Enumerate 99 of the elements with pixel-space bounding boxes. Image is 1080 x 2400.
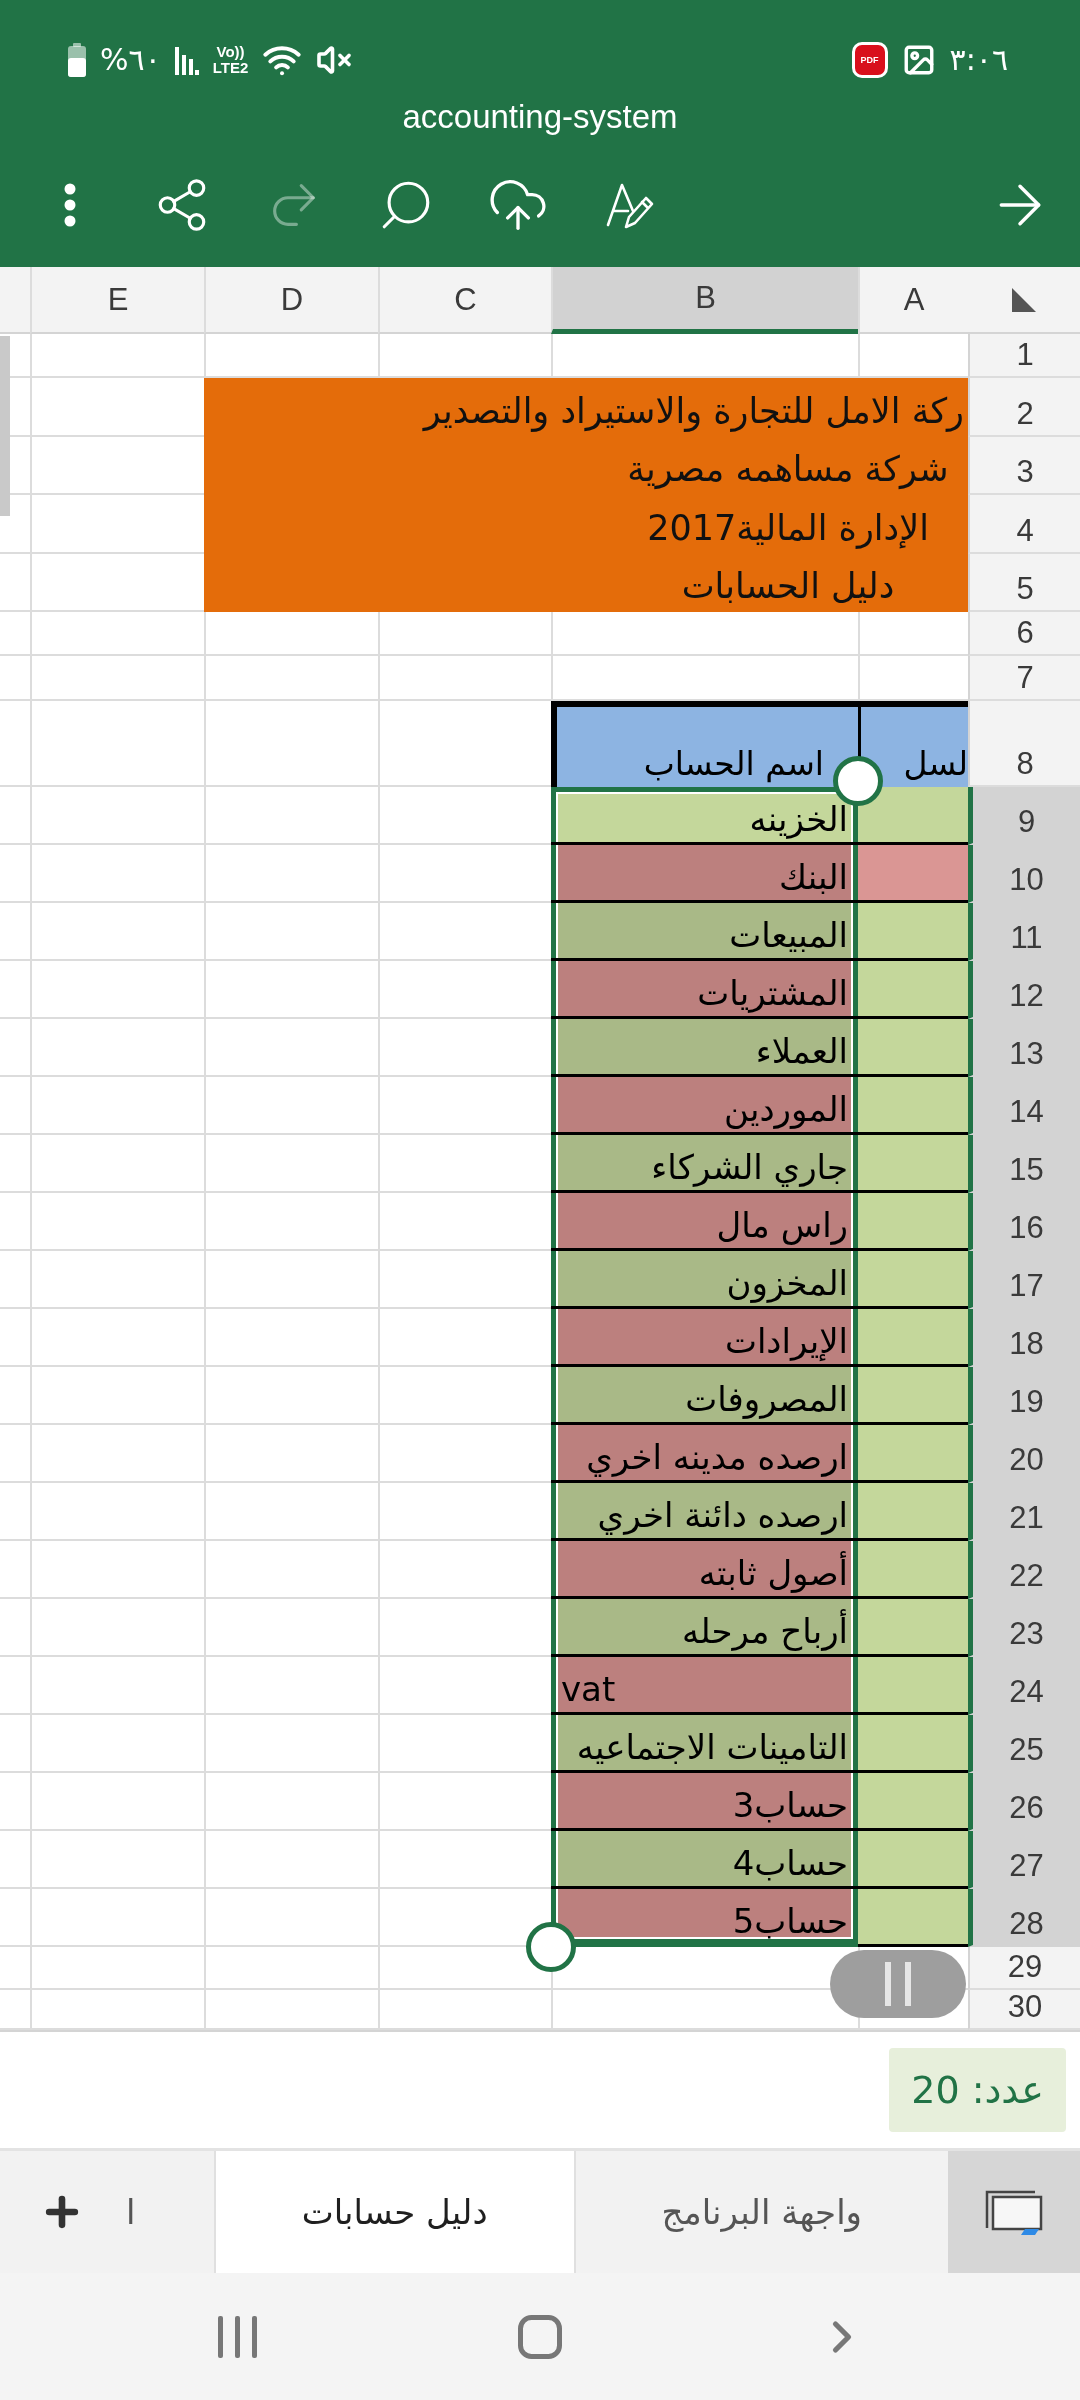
banner-text: الإدارة المالية2017: [647, 507, 929, 549]
table-cell[interactable]: حساب4: [551, 1831, 858, 1889]
table-cell[interactable]: حساب5: [551, 1889, 858, 1947]
selection-count: عدد: 20: [889, 2048, 1066, 2132]
network-label: LTE2: [212, 60, 249, 76]
table-header-cell[interactable]: لسل: [858, 701, 968, 787]
table-cell[interactable]: التامينات الاجتماعيه: [551, 1715, 858, 1773]
row-header[interactable]: 16: [968, 1193, 1080, 1251]
row-header[interactable]: 27: [968, 1831, 1080, 1889]
grip-icon: [885, 1962, 911, 2006]
row-header[interactable]: 11: [968, 903, 1080, 961]
column-header[interactable]: B: [551, 267, 858, 334]
sheet-tab[interactable]: دليل حسابات: [213, 2151, 574, 2273]
banner-text: دليل الحسابات: [681, 565, 895, 607]
row-header[interactable]: 13: [968, 1019, 1080, 1077]
scroll-handle[interactable]: [830, 1950, 966, 2018]
column-header[interactable]: C: [378, 267, 551, 334]
row-header[interactable]: 8: [968, 701, 1080, 787]
row-header[interactable]: 28: [968, 1889, 1080, 1947]
table-cell[interactable]: المصروفات: [551, 1367, 858, 1425]
row-header[interactable]: 18: [968, 1309, 1080, 1367]
row-header[interactable]: 30: [968, 1990, 1080, 2030]
column-header[interactable]: E: [30, 267, 204, 334]
table-cell[interactable]: المخزون: [551, 1251, 858, 1309]
row-header[interactable]: 23: [968, 1599, 1080, 1657]
table-cell[interactable]: ارصده مدينه اخري: [551, 1425, 858, 1483]
select-all-triangle-icon[interactable]: [1012, 287, 1036, 312]
table-cell[interactable]: [858, 1483, 968, 1541]
column-header[interactable]: D: [204, 267, 378, 334]
scrollbar-thumb[interactable]: [0, 336, 10, 516]
row-header[interactable]: 10: [968, 845, 1080, 903]
table-cell[interactable]: [858, 1599, 968, 1657]
battery-percentage: %٦٠: [100, 45, 161, 75]
row-header[interactable]: 5: [968, 554, 1080, 612]
column-header[interactable]: A: [858, 267, 968, 334]
table-cell[interactable]: الإيرادات: [551, 1309, 858, 1367]
stacked-windows-icon[interactable]: [985, 2188, 1043, 2236]
table-cell[interactable]: [858, 1309, 968, 1367]
row-header[interactable]: 1: [968, 334, 1080, 378]
table-cell[interactable]: الخزينه: [551, 787, 858, 845]
table-cell[interactable]: [858, 787, 968, 845]
table-cell[interactable]: [858, 1541, 968, 1599]
table-cell[interactable]: أرباح مرحله: [551, 1599, 858, 1657]
row-header[interactable]: 12: [968, 961, 1080, 1019]
table-cell[interactable]: أصول ثابته: [551, 1541, 858, 1599]
table-cell[interactable]: ارصده دائنة اخري: [551, 1483, 858, 1541]
table-cell[interactable]: [858, 1367, 968, 1425]
table-cell[interactable]: جاري الشركاء: [551, 1135, 858, 1193]
row-header[interactable]: 4: [968, 495, 1080, 554]
table-cell[interactable]: العملاء: [551, 1019, 858, 1077]
row-header[interactable]: 21: [968, 1483, 1080, 1541]
row-header[interactable]: 24: [968, 1657, 1080, 1715]
table-cell[interactable]: الموردين: [551, 1077, 858, 1135]
table-cell[interactable]: [858, 1077, 968, 1135]
table-cell[interactable]: راس مال: [551, 1193, 858, 1251]
table-cell[interactable]: حساب3: [551, 1773, 858, 1831]
home-icon[interactable]: [518, 2314, 562, 2359]
row-header[interactable]: 15: [968, 1135, 1080, 1193]
table-cell[interactable]: [858, 1193, 968, 1251]
table-cell[interactable]: [858, 1019, 968, 1077]
row-header[interactable]: 6: [968, 612, 1080, 656]
row-header[interactable]: 20: [968, 1425, 1080, 1483]
table-cell[interactable]: vat: [551, 1657, 858, 1715]
table-cell[interactable]: [858, 1425, 968, 1483]
table-cell[interactable]: [858, 961, 968, 1019]
row-header[interactable]: 26: [968, 1773, 1080, 1831]
row-header[interactable]: 17: [968, 1251, 1080, 1309]
table-cell[interactable]: [858, 1251, 968, 1309]
row-header[interactable]: 14: [968, 1077, 1080, 1135]
table-header-cell[interactable]: اسم الحساب: [551, 701, 858, 787]
row-header[interactable]: 9: [968, 787, 1080, 845]
table-cell[interactable]: [858, 1715, 968, 1773]
table-cell[interactable]: المشتريات: [551, 961, 858, 1019]
table-cell[interactable]: [858, 1773, 968, 1831]
volte-label: Vo)): [216, 44, 245, 60]
row-header[interactable]: 25: [968, 1715, 1080, 1773]
banner-text: ركة الامل للتجارة والاستيراد والتصدير: [423, 390, 964, 432]
row-header[interactable]: 3: [968, 437, 1080, 495]
more-options-icon[interactable]: [63, 182, 77, 227]
table-cell[interactable]: البنك: [551, 845, 858, 903]
row-header[interactable]: 2: [968, 378, 1080, 437]
row-header[interactable]: 22: [968, 1541, 1080, 1599]
table-cell[interactable]: [858, 1889, 968, 1947]
clock: ٣:٠٦: [949, 45, 1008, 75]
table-cell[interactable]: [858, 1135, 968, 1193]
table-cell[interactable]: المبيعات: [551, 903, 858, 961]
row-header[interactable]: 19: [968, 1367, 1080, 1425]
row-header[interactable]: 29: [968, 1947, 1080, 1990]
banner-text: شركة مساهمه مصرية: [627, 448, 949, 490]
document-title: accounting-system: [401, 97, 679, 137]
signal-bars-icon: [174, 45, 199, 75]
table-cell[interactable]: [858, 1831, 968, 1889]
battery-icon: [68, 43, 86, 77]
row-header[interactable]: 7: [968, 656, 1080, 701]
recent-apps-icon[interactable]: [218, 2315, 258, 2358]
table-cell[interactable]: [858, 845, 968, 903]
pdf-app-badge: PDF: [851, 42, 888, 78]
table-cell[interactable]: [858, 1657, 968, 1715]
table-cell[interactable]: [858, 903, 968, 961]
